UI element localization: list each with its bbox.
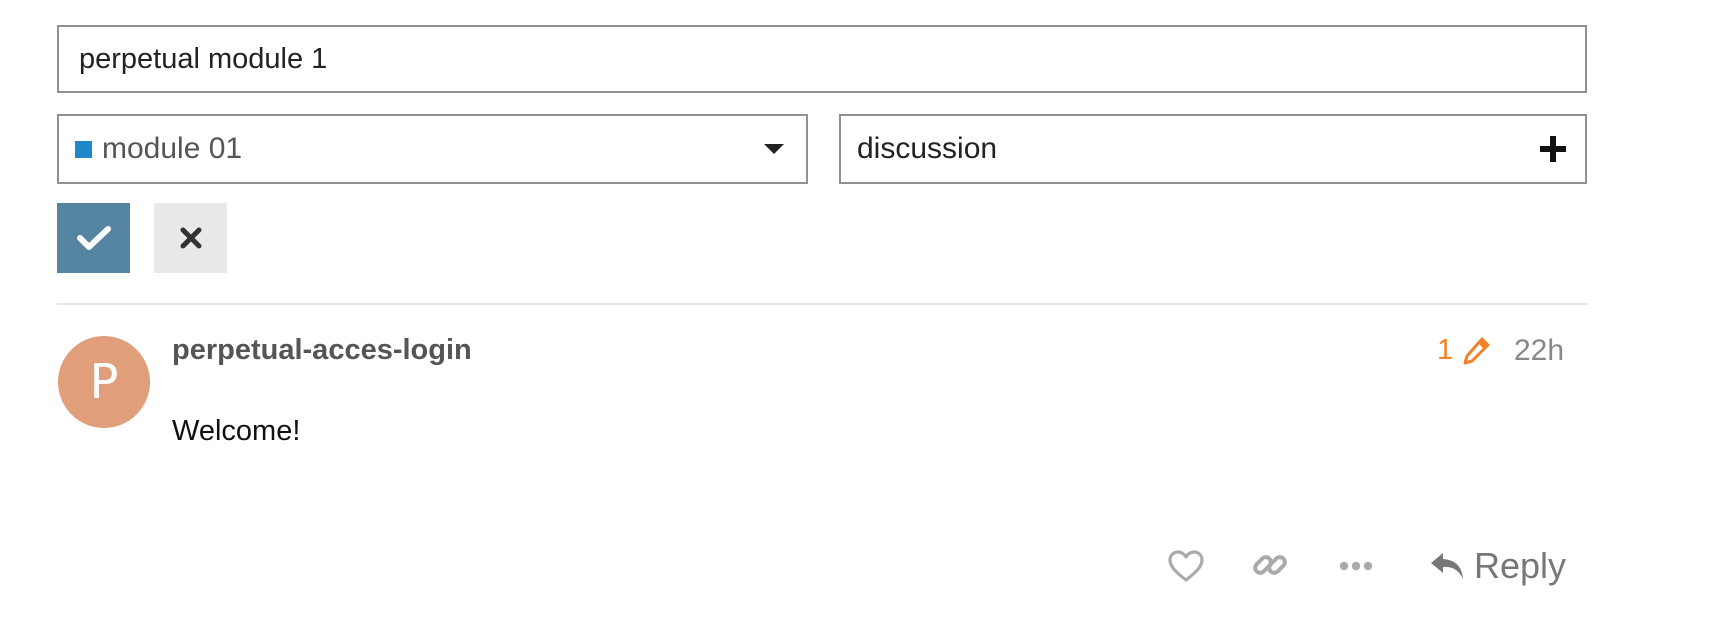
heart-icon <box>1168 550 1204 582</box>
topic-title-input[interactable] <box>57 25 1587 93</box>
plus-icon[interactable] <box>1539 135 1567 163</box>
save-edit-button[interactable] <box>57 203 130 273</box>
post-username[interactable]: perpetual-acces-login <box>172 334 472 367</box>
post-body: Welcome! <box>172 415 301 447</box>
reply-icon <box>1431 553 1463 579</box>
reply-label: Reply <box>1474 545 1567 586</box>
avatar[interactable]: P <box>58 336 150 428</box>
category-label: module 01 <box>102 132 243 165</box>
edit-history-indicator[interactable]: 1 <box>1437 334 1491 367</box>
avatar-letter: P <box>89 354 119 410</box>
edit-count: 1 <box>1437 334 1454 366</box>
ellipsis-icon <box>1339 561 1373 571</box>
caret-down-icon <box>764 144 784 154</box>
post-timestamp[interactable]: 22h <box>1514 334 1564 368</box>
divider <box>57 303 1587 305</box>
share-link-button[interactable] <box>1248 543 1292 587</box>
category-dropdown[interactable]: module 01 <box>57 114 808 184</box>
tag-label: discussion <box>857 132 998 165</box>
category-color-swatch <box>75 140 92 158</box>
like-button[interactable] <box>1164 545 1208 587</box>
reply-button[interactable]: Reply <box>1428 541 1566 591</box>
more-actions-button[interactable] <box>1336 552 1376 580</box>
tag-selector[interactable]: discussion <box>839 114 1587 184</box>
check-icon <box>76 226 111 250</box>
link-icon <box>1253 555 1287 575</box>
close-icon <box>180 227 201 249</box>
pencil-icon <box>1463 337 1490 364</box>
cancel-edit-button[interactable] <box>154 203 227 273</box>
